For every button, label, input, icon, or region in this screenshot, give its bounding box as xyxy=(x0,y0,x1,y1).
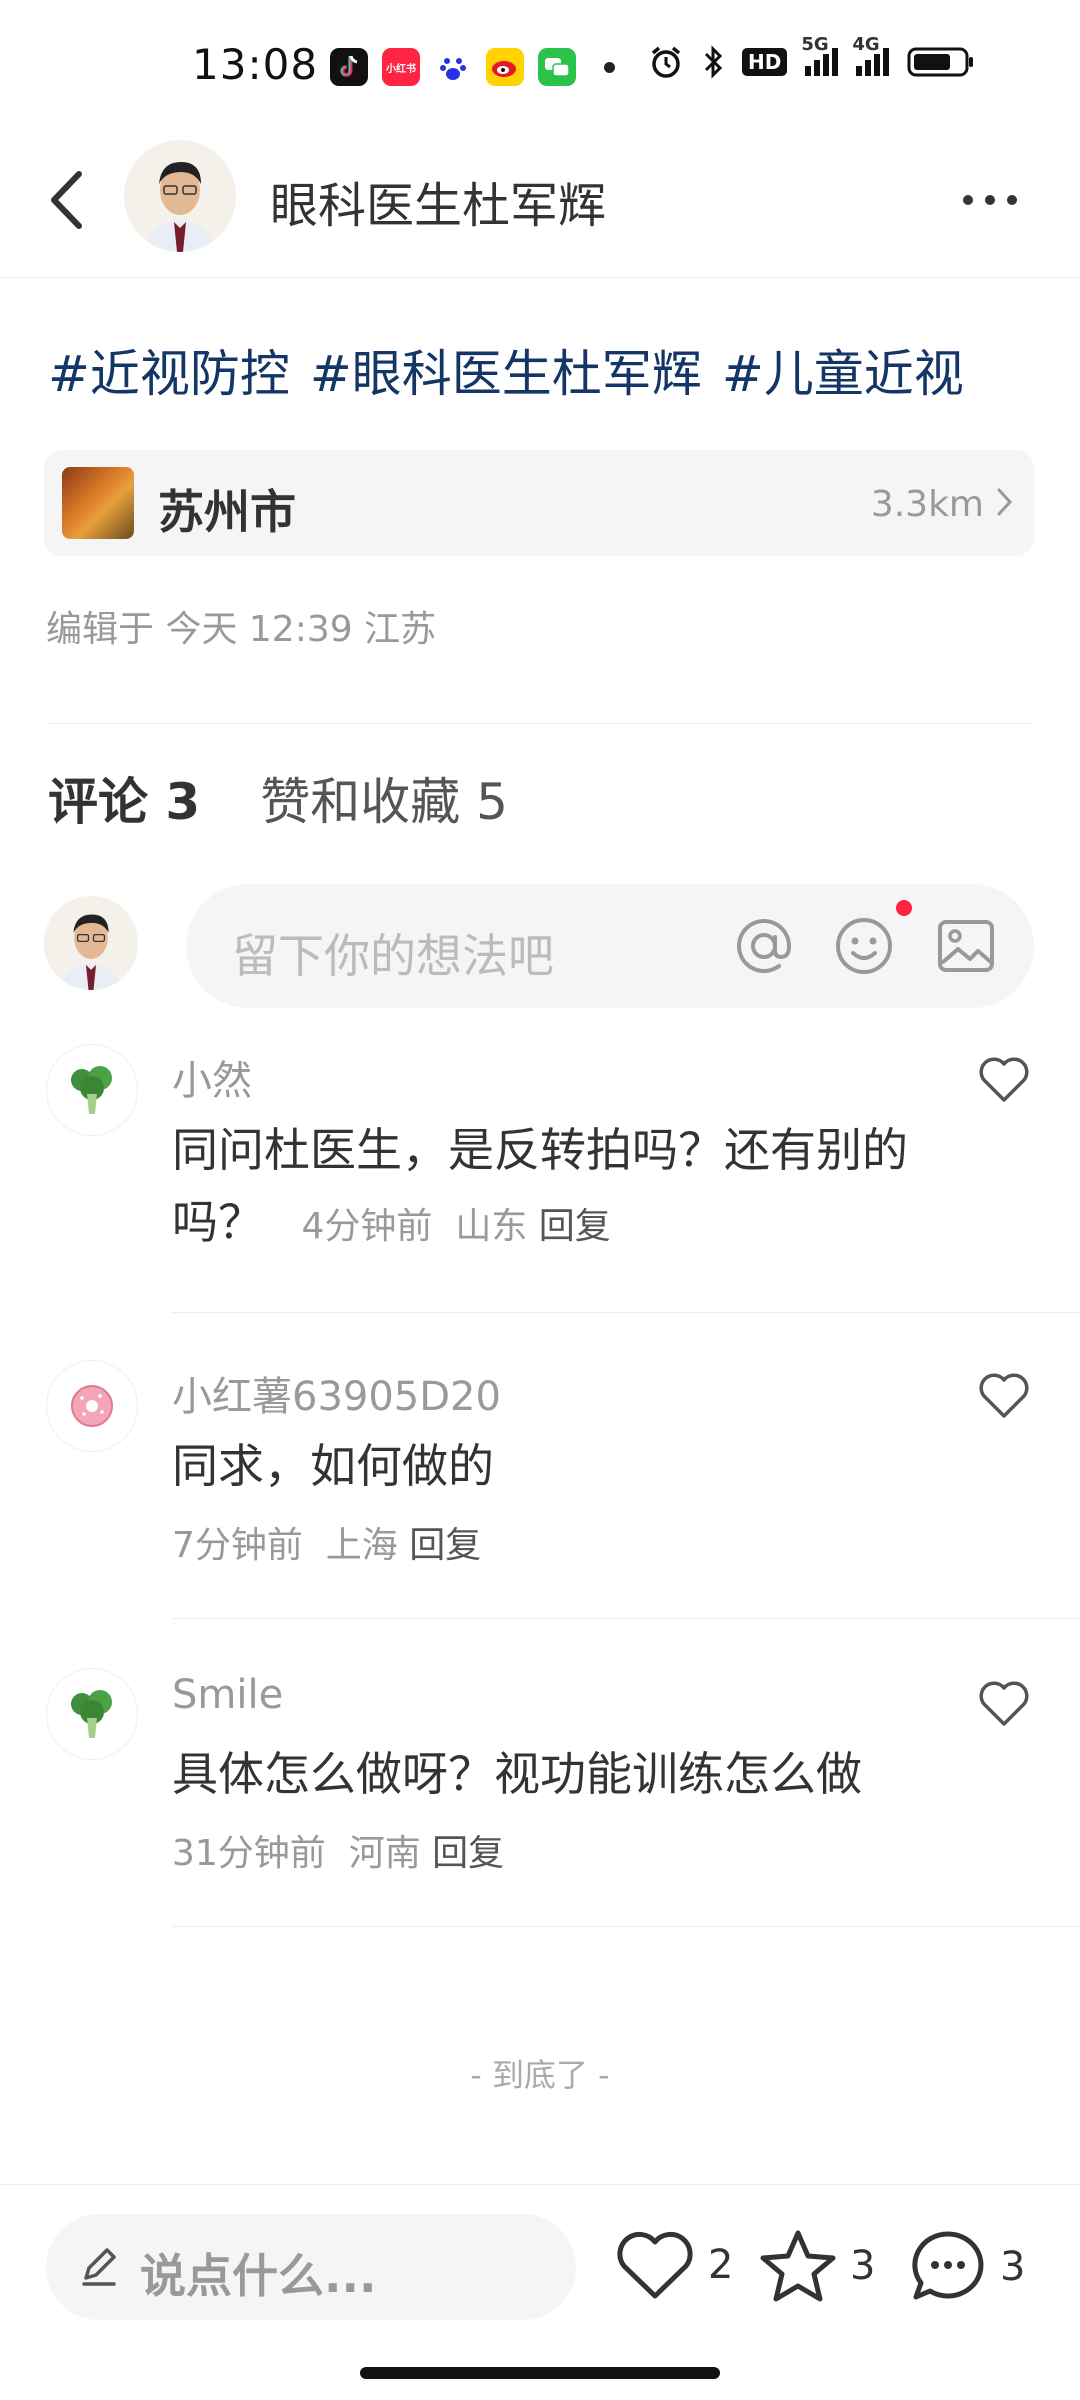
more-options-button[interactable] xyxy=(950,170,1030,230)
say-something-placeholder: 说点什么... xyxy=(140,2249,377,2303)
back-arrow-icon xyxy=(51,171,82,229)
hashtag-link[interactable]: #眼科医生杜军辉 xyxy=(310,334,702,406)
comment-divider xyxy=(172,1926,1080,1927)
image-icon[interactable] xyxy=(934,914,998,978)
comment-meta: 7分钟前 上海 回复 xyxy=(172,1516,481,1568)
wechat-icon xyxy=(538,48,576,86)
collect-button[interactable]: 3 xyxy=(758,2228,875,2304)
reply-button[interactable]: 回复 xyxy=(539,1206,611,1247)
chevron-right-icon xyxy=(997,488,1013,516)
like-count: 2 xyxy=(708,2242,734,2288)
comment-count: 3 xyxy=(1000,2244,1026,2290)
collect-count: 3 xyxy=(850,2243,876,2289)
system-icons: HD 5G 4G xyxy=(648,34,975,80)
comment-meta: 31分钟前 河南 回复 xyxy=(172,1824,504,1876)
emoji-icon[interactable] xyxy=(832,914,896,978)
location-thumbnail xyxy=(62,467,134,539)
notification-dot xyxy=(604,62,615,73)
commenter-avatar[interactable] xyxy=(46,1668,138,1760)
home-indicator[interactable] xyxy=(360,2367,720,2379)
comment-time: 7分钟前 xyxy=(172,1525,303,1566)
my-avatar xyxy=(44,896,138,990)
broccoli-avatar-icon xyxy=(71,1066,112,1114)
comment-tabs: 评论 3 赞和收藏 5 xyxy=(48,762,508,834)
status-time: 13:08 xyxy=(192,40,319,89)
tab-likes-collects[interactable]: 赞和收藏 5 xyxy=(260,762,508,834)
more-dot-icon xyxy=(985,195,995,205)
commenter-name[interactable]: Smile xyxy=(172,1672,283,1718)
comment-region: 山东 xyxy=(455,1206,528,1247)
more-dot-icon xyxy=(963,195,973,205)
end-of-list-text: - 到底了 - xyxy=(470,2056,610,2094)
location-card[interactable]: 苏州市 3.3km xyxy=(44,450,1034,556)
4g-label: 4G xyxy=(852,34,880,55)
reply-button[interactable]: 回复 xyxy=(409,1525,481,1566)
comment-meta: 4分钟前 山东 回复 xyxy=(279,1206,611,1247)
divider xyxy=(0,2184,1080,2185)
heart-outline-icon xyxy=(979,1057,1029,1102)
like-button[interactable]: 2 xyxy=(614,2228,733,2302)
5g-signal-icon: 5G xyxy=(801,34,839,76)
reply-button[interactable]: 回复 xyxy=(432,1833,504,1874)
broccoli-avatar-icon xyxy=(71,1690,112,1738)
hashtag-link[interactable]: #近视防控 xyxy=(48,334,290,406)
location-distance: 3.3km xyxy=(870,484,984,525)
alarm-icon xyxy=(651,46,681,78)
tab-comments[interactable]: 评论 3 xyxy=(48,762,200,834)
heart-outline-icon xyxy=(979,1681,1029,1726)
comment-bubble-icon xyxy=(912,2231,984,2300)
divider xyxy=(48,723,1032,724)
comment-button[interactable]: 3 xyxy=(908,2228,1025,2306)
status-bar: 13:08 小红书 HD 5G 4G xyxy=(0,0,1080,130)
commenter-name[interactable]: 小红薯63905D20 xyxy=(172,1364,501,1422)
notification-app-icons: 小红书 xyxy=(330,48,576,86)
commenter-name[interactable]: 小然 xyxy=(172,1048,252,1106)
like-comment-button[interactable] xyxy=(976,1054,1036,1110)
xiaohongshu-icon: 小红书 xyxy=(382,48,420,86)
location-name: 苏州市 xyxy=(158,485,296,539)
comment-time: 4分钟前 xyxy=(301,1206,433,1247)
say-something-input[interactable]: 说点什么... xyxy=(46,2214,576,2320)
comment-placeholder: 留下你的想法吧 xyxy=(232,929,554,983)
edit-info: 编辑于 今天 12:39 江苏 xyxy=(46,609,437,650)
emoji-new-badge xyxy=(896,900,912,916)
donut-avatar-icon xyxy=(71,1385,113,1427)
comment-time: 31分钟前 xyxy=(172,1833,326,1874)
battery-icon xyxy=(907,47,974,77)
comment-input[interactable]: 留下你的想法吧 xyxy=(186,884,1034,1008)
xiaohongshu-label: 小红书 xyxy=(386,63,416,75)
hd-label: HD xyxy=(748,50,782,74)
comment-text: 具体怎么做呀？视功能训练怎么做 xyxy=(172,1747,862,1801)
comment-text-block: 同问杜医生，是反转拍吗？还有别的吗？ 4分钟前 山东 回复 xyxy=(172,1114,932,1263)
4g-signal-icon: 4G xyxy=(852,34,890,76)
comment-text: 同求，如何做的 xyxy=(172,1439,494,1493)
like-comment-button[interactable] xyxy=(976,1678,1036,1734)
weibo-icon xyxy=(486,48,524,86)
star-outline-icon xyxy=(760,2230,836,2302)
author-name[interactable]: 眼科医生杜军辉 xyxy=(270,166,606,236)
pen-icon xyxy=(82,2248,116,2286)
bluetooth-icon xyxy=(704,45,723,79)
comment-divider xyxy=(172,1618,1080,1619)
comment-divider xyxy=(172,1312,1080,1313)
commenter-avatar[interactable] xyxy=(46,1044,138,1136)
heart-outline-icon xyxy=(979,1373,1029,1418)
comment-region: 河南 xyxy=(348,1833,421,1874)
post-tags: #近视防控 #眼科医生杜军辉 #儿童近视 xyxy=(48,334,964,406)
like-comment-button[interactable] xyxy=(976,1370,1036,1426)
tiktok-icon xyxy=(330,48,368,86)
5g-label: 5G xyxy=(801,34,829,55)
heart-outline-icon xyxy=(617,2231,693,2299)
commenter-avatar[interactable] xyxy=(46,1360,138,1452)
more-dot-icon xyxy=(1007,195,1017,205)
post-header: 眼科医生杜军辉 xyxy=(0,130,1080,278)
hd-icon: HD xyxy=(742,48,788,76)
comment-region: 上海 xyxy=(325,1525,398,1566)
baidu-icon xyxy=(434,48,472,86)
back-button[interactable] xyxy=(36,160,96,240)
hashtag-link[interactable]: #儿童近视 xyxy=(722,334,964,406)
mention-icon[interactable] xyxy=(732,914,796,978)
author-avatar[interactable] xyxy=(124,140,236,252)
